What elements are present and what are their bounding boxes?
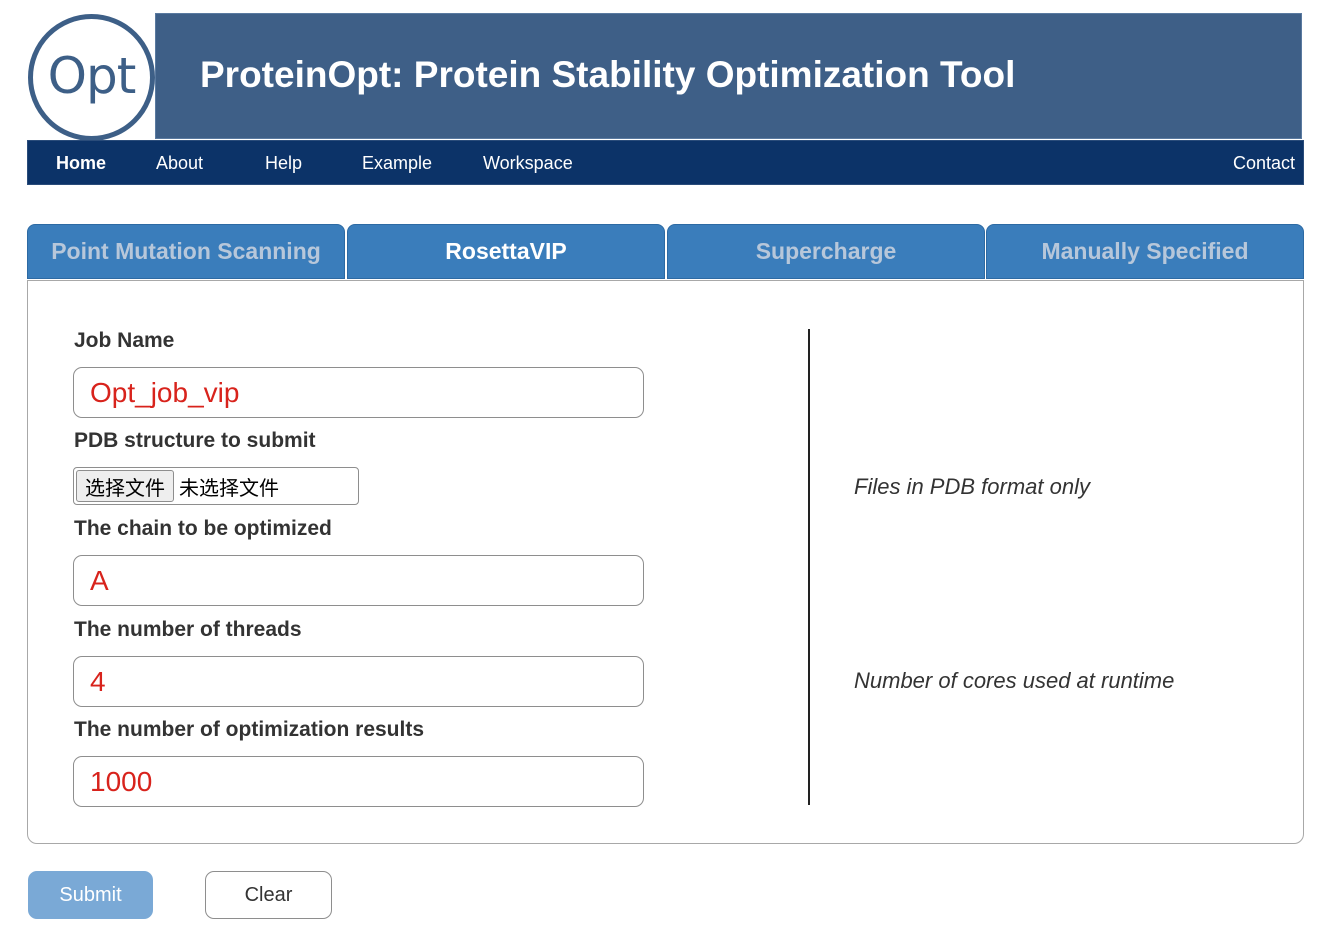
pdb-file-input[interactable]: 选择文件 未选择文件 — [73, 467, 359, 505]
tab-point-mutation-scanning[interactable]: Point Mutation Scanning — [27, 224, 345, 279]
results-label: The number of optimization results — [74, 718, 425, 741]
mode-tabs: Point Mutation Scanning RosettaVIP Super… — [27, 224, 1304, 280]
tab-manually-specified[interactable]: Manually Specified — [986, 224, 1304, 279]
threads-label: The number of threads — [74, 618, 302, 641]
nav-home[interactable]: Home — [56, 153, 106, 174]
nav-help[interactable]: Help — [265, 153, 302, 174]
submit-button[interactable]: Submit — [28, 871, 153, 919]
nav-contact[interactable]: Contact — [1233, 153, 1295, 174]
chain-label: The chain to be optimized — [74, 517, 332, 540]
job-name-label: Job Name — [74, 329, 175, 352]
nav-example[interactable]: Example — [362, 153, 432, 174]
file-status-text: 未选择文件 — [179, 475, 279, 500]
navbar: Home About Help Example Workspace Contac… — [27, 140, 1304, 185]
pdb-hint: Files in PDB format only — [854, 474, 1090, 499]
pdb-label: PDB structure to submit — [74, 429, 316, 452]
chain-input[interactable] — [73, 555, 644, 606]
nav-about[interactable]: About — [156, 153, 203, 174]
nav-workspace[interactable]: Workspace — [483, 153, 573, 174]
page-title: ProteinOpt: Protein Stability Optimizati… — [200, 54, 1016, 95]
form-panel: Job Name PDB structure to submit 选择文件 未选… — [27, 280, 1304, 844]
logo-text: Opt — [47, 46, 137, 105]
clear-button[interactable]: Clear — [205, 871, 332, 919]
choose-file-button[interactable]: 选择文件 — [76, 470, 174, 502]
logo: Opt — [28, 14, 155, 141]
header-banner: ProteinOpt: Protein Stability Optimizati… — [155, 13, 1302, 139]
tab-rosettavip[interactable]: RosettaVIP — [347, 224, 665, 279]
tab-supercharge[interactable]: Supercharge — [667, 224, 985, 279]
threads-hint: Number of cores used at runtime — [854, 668, 1175, 693]
threads-input[interactable] — [73, 656, 644, 707]
job-name-input[interactable] — [73, 367, 644, 418]
vertical-divider — [808, 329, 810, 805]
results-input[interactable] — [73, 756, 644, 807]
